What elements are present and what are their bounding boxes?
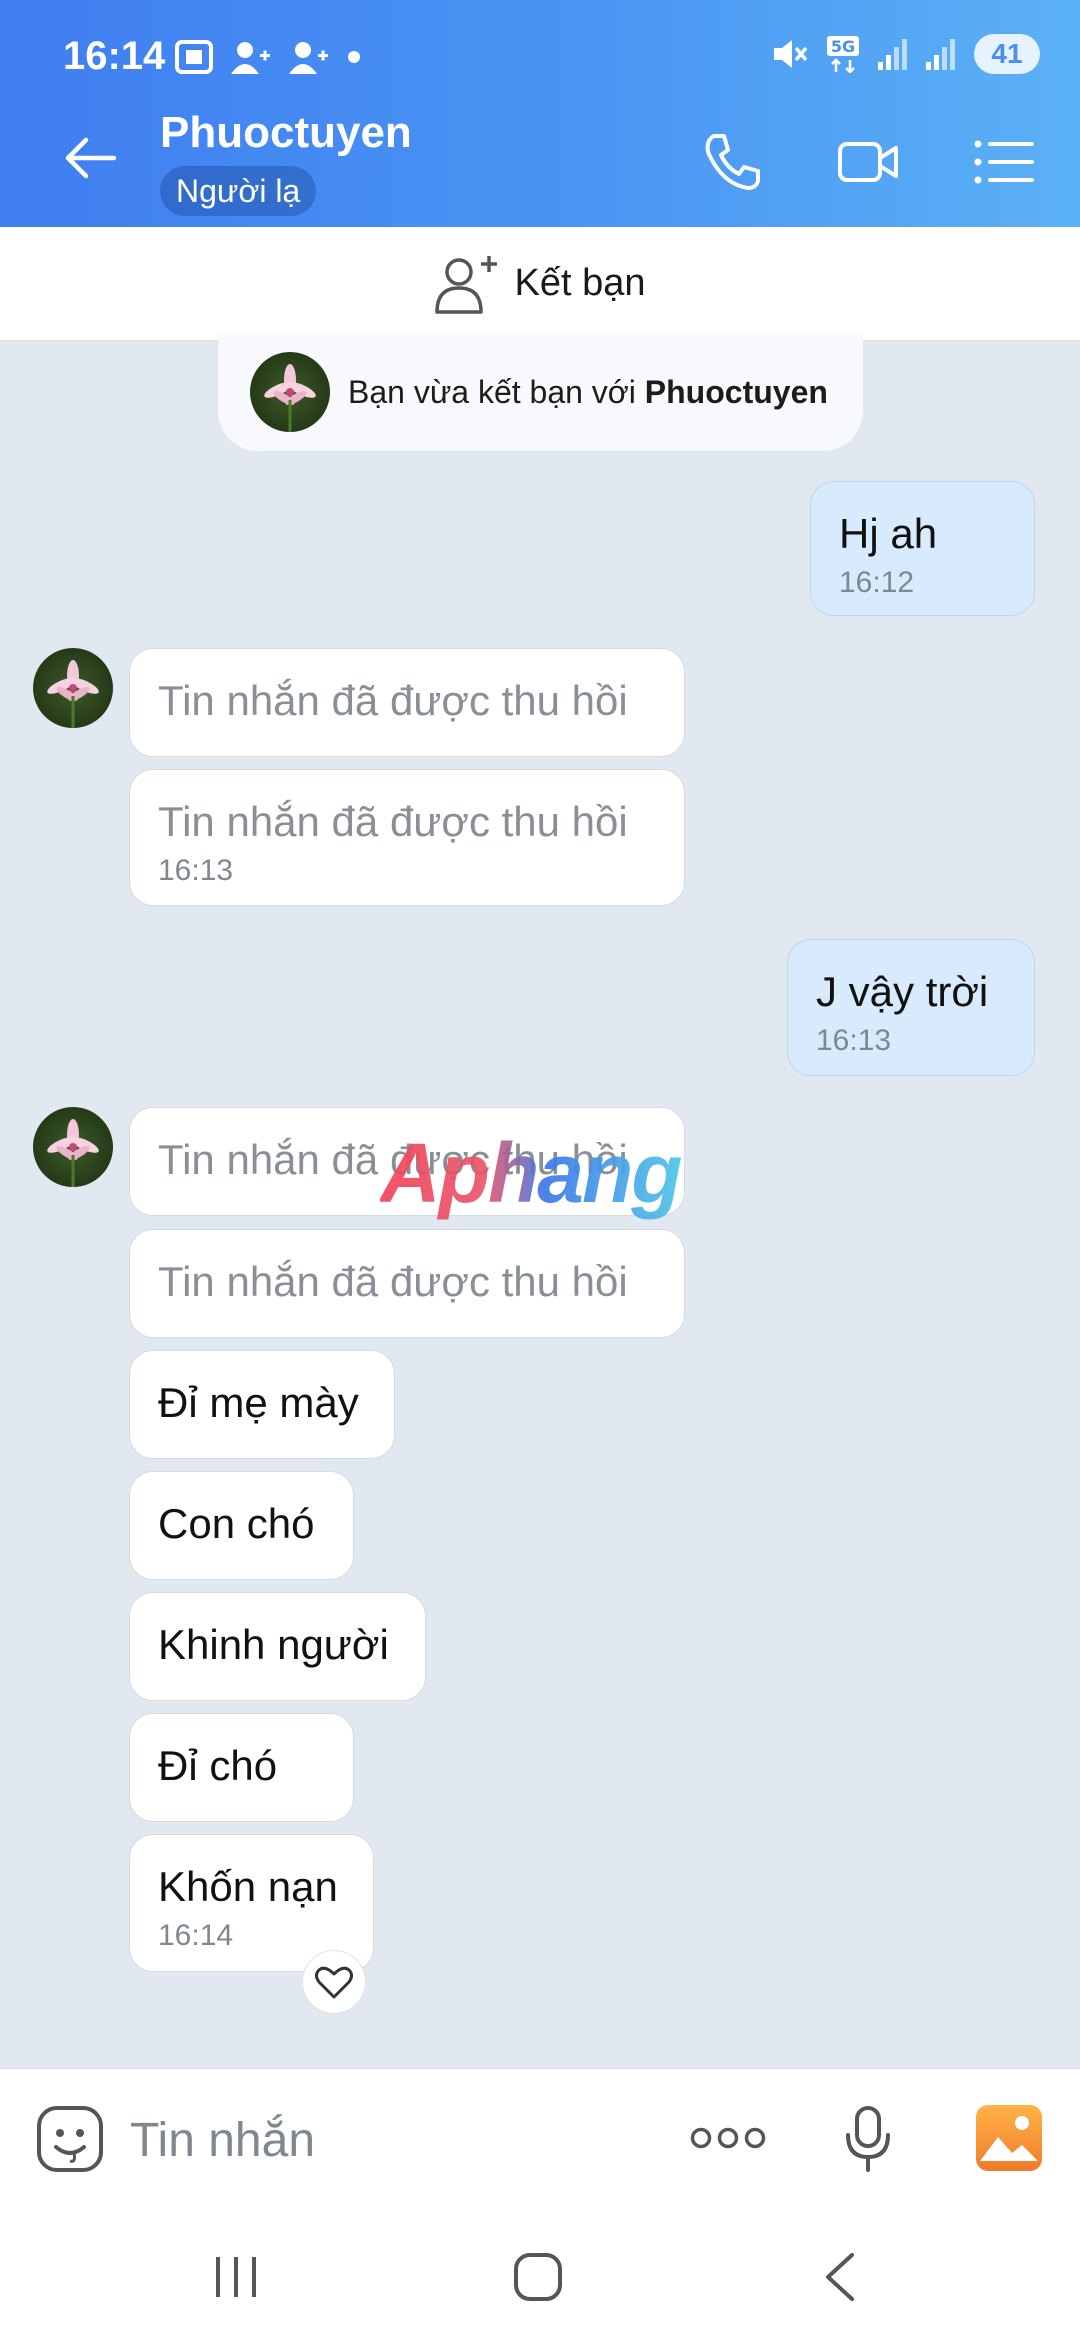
status-icons-right: 5G 41 <box>772 34 1040 74</box>
friend-added-text: Bạn vừa kết bạn với Phuoctuyen <box>348 373 828 410</box>
message-text: Đỉ chó <box>158 1742 278 1789</box>
message-text: J vậy trời <box>816 968 989 1015</box>
message-time: 16:14 <box>158 1919 234 1952</box>
incoming-message[interactable]: Đỉ chó <box>129 1713 354 1822</box>
signal-icon <box>926 39 955 70</box>
screenshot-icon <box>175 40 213 74</box>
add-contact-notify-icon <box>231 42 270 74</box>
message-text: Khinh người <box>158 1621 389 1668</box>
add-friend-button[interactable]: Kết bạn <box>0 227 1080 341</box>
avatar[interactable] <box>250 352 330 432</box>
message-input[interactable]: Tin nhắn <box>130 2113 315 2168</box>
signal-icon <box>878 39 907 70</box>
message-time: 16:13 <box>816 1024 892 1057</box>
add-friend-label: Kết bạn <box>514 262 646 304</box>
message-input-bar: Tin nhắn <box>0 2068 1080 2211</box>
avatar[interactable] <box>33 1107 113 1187</box>
add-user-icon <box>434 255 497 314</box>
sticker-icon[interactable] <box>36 2105 104 2173</box>
add-contact-notify-icon <box>289 42 328 74</box>
avatar[interactable] <box>33 648 113 728</box>
microphone-icon[interactable] <box>843 2105 893 2173</box>
status-icons-left <box>175 40 361 74</box>
incoming-message[interactable]: Con chó <box>129 1471 354 1580</box>
chat-header: 16:14 5G 41 Phuoctuyen Người lạ <box>0 0 1080 227</box>
image-gallery-icon[interactable] <box>974 2103 1044 2173</box>
mute-icon <box>774 40 808 68</box>
flower-avatar-image <box>264 364 316 432</box>
incoming-message[interactable]: Đỉ mẹ mày <box>129 1350 395 1459</box>
message-time: 16:13 <box>158 854 234 887</box>
5g-icon: 5G <box>827 36 859 73</box>
svg-text:5G: 5G <box>831 37 855 56</box>
recalled-message-text: Tin nhắn đã được thu hồi <box>158 1258 628 1305</box>
watermark: Aphang <box>380 1126 683 1220</box>
outgoing-message[interactable]: J vậy trời 16:13 <box>787 939 1035 1076</box>
message-text: Khốn nạn <box>158 1863 338 1910</box>
recent-apps-icon[interactable] <box>212 2255 260 2299</box>
message-text: Hj ah <box>839 510 938 557</box>
flower-avatar-image <box>47 660 99 728</box>
heart-icon <box>315 1966 353 1999</box>
back-arrow-icon[interactable] <box>62 136 118 180</box>
incoming-message[interactable]: Tin nhắn đã được thu hồi <box>129 1229 685 1338</box>
more-options-icon[interactable] <box>690 2123 766 2153</box>
system-nav-bar <box>0 2211 1080 2340</box>
recalled-message-text: Tin nhắn đã được thu hồi <box>158 798 628 845</box>
menu-list-icon[interactable] <box>972 130 1036 194</box>
incoming-message[interactable]: Tin nhắn đã được thu hồi <box>129 648 685 757</box>
react-heart-button[interactable] <box>302 1950 366 2014</box>
home-icon[interactable] <box>512 2251 564 2303</box>
flower-avatar-image <box>47 1119 99 1187</box>
outgoing-message[interactable]: Hj ah 16:12 <box>810 481 1035 616</box>
battery-indicator: 41 <box>974 34 1040 74</box>
message-text: Đỉ mẹ mày <box>158 1379 359 1426</box>
contact-name[interactable]: Phuoctuyen <box>160 108 412 158</box>
message-time: 16:12 <box>839 566 915 599</box>
dot-icon <box>348 51 360 63</box>
stranger-badge: Người lạ <box>160 166 317 216</box>
incoming-message[interactable]: Tin nhắn đã được thu hồi 16:13 <box>129 769 685 906</box>
incoming-message[interactable]: Khinh người <box>129 1592 426 1701</box>
phone-icon[interactable] <box>700 130 764 194</box>
video-call-icon[interactable] <box>836 130 900 194</box>
nav-back-icon[interactable] <box>822 2251 858 2303</box>
status-time: 16:14 <box>63 34 166 78</box>
message-text: Con chó <box>158 1500 315 1547</box>
friend-added-notice: Bạn vừa kết bạn với Phuoctuyen <box>218 333 863 451</box>
recalled-message-text: Tin nhắn đã được thu hồi <box>158 677 628 724</box>
